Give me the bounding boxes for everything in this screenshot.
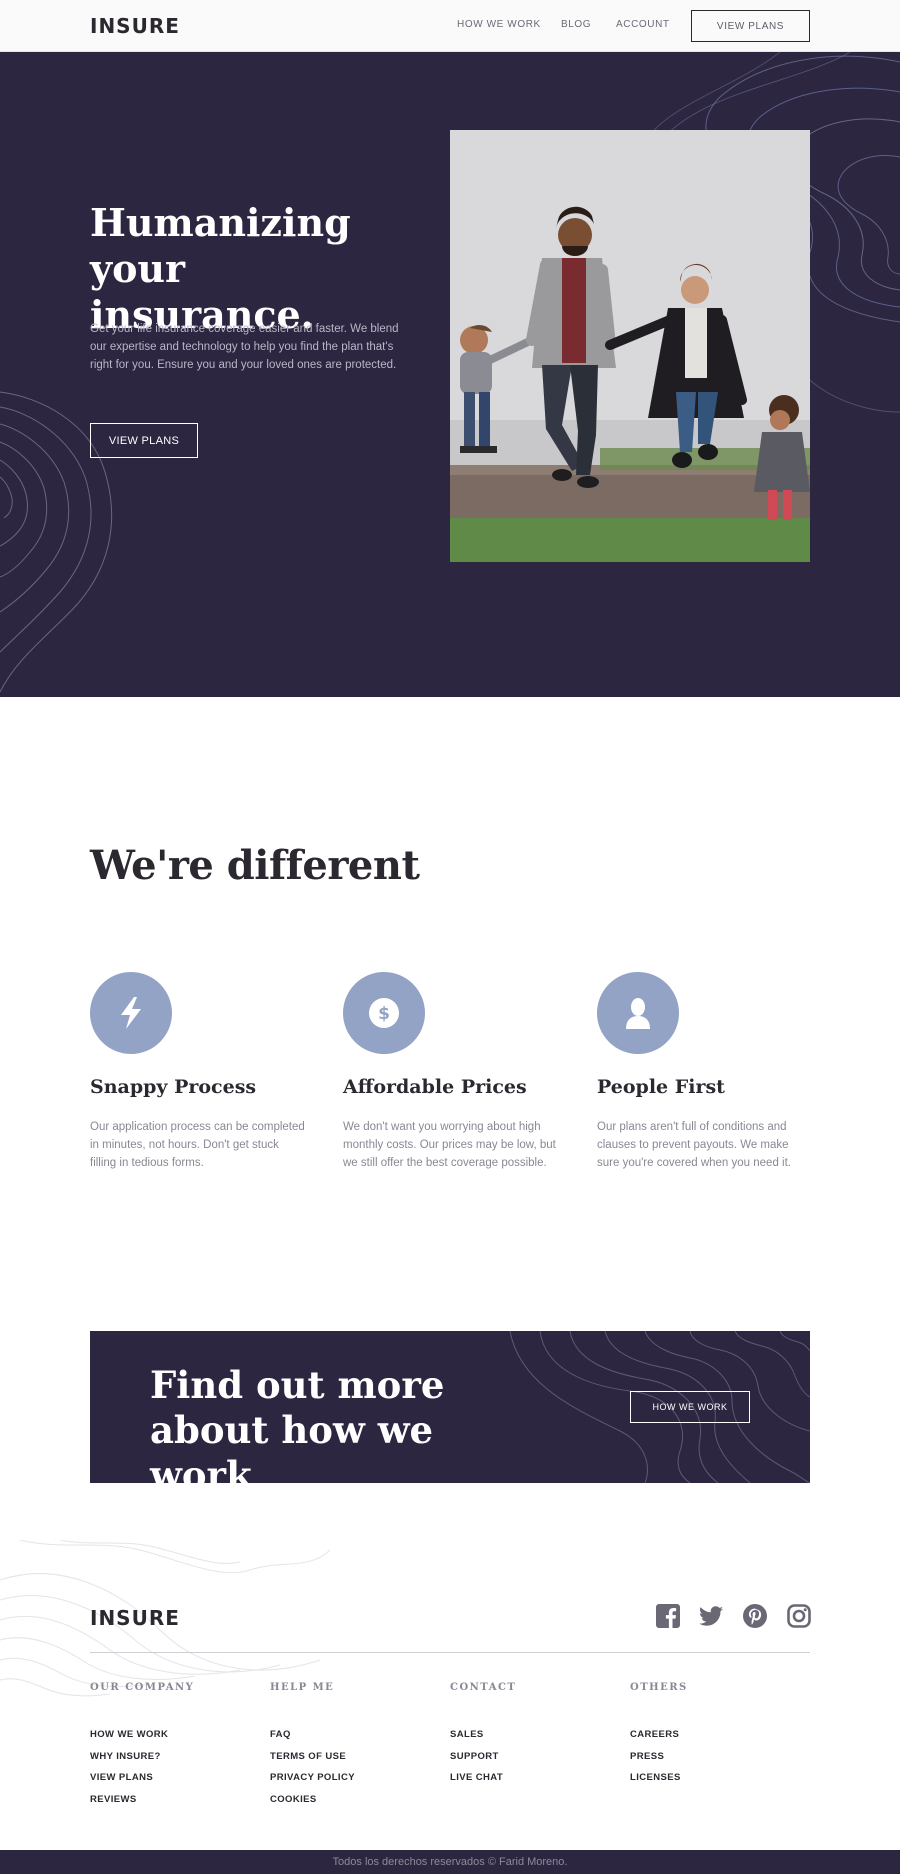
nav-blog[interactable]: BLOG [561, 19, 591, 30]
hero-title: Humanizing your insurance. [90, 200, 420, 338]
footer-link[interactable]: LIVE CHAT [450, 1772, 503, 1783]
feature-title: People First [597, 1076, 725, 1098]
footer-column-heading: OUR COMPANY [90, 1682, 195, 1693]
footer-divider [90, 1652, 810, 1653]
footer-column-our-company: OUR COMPANY HOW WE WORK WHY INSURE? VIEW… [90, 1682, 260, 1810]
dollar-icon: $ [343, 972, 425, 1054]
how-we-work-cta: Find out more about how we work HOW WE W… [90, 1331, 810, 1483]
header-logo[interactable]: INSURE [90, 14, 180, 38]
header-view-plans-button[interactable]: VIEW PLANS [691, 10, 810, 42]
facebook-icon[interactable] [656, 1604, 680, 1628]
feature-affordable-prices: $ Affordable Prices We don't want you wo… [343, 972, 558, 1172]
feature-snappy-process: Snappy Process Our application process c… [90, 972, 305, 1172]
cta-title-line-2: about how we work [150, 1408, 434, 1483]
twitter-icon[interactable] [699, 1604, 723, 1628]
footer-column-help-me: HELP ME FAQ TERMS OF USE PRIVACY POLICY … [270, 1682, 440, 1810]
footer-column-heading: OTHERS [630, 1682, 688, 1693]
feature-description: We don't want you worrying about high mo… [343, 1121, 556, 1169]
nav-how-we-work[interactable]: HOW WE WORK [457, 19, 541, 30]
copyright-bar: Todos los derechos reservados © Farid Mo… [0, 1850, 900, 1874]
nav-account[interactable]: ACCOUNT [616, 19, 670, 30]
footer-column-heading: HELP ME [270, 1682, 335, 1693]
hero-family-photo [450, 130, 810, 562]
footer-link[interactable]: FAQ [270, 1729, 291, 1740]
feature-description: Our plans aren't full of conditions and … [597, 1121, 791, 1169]
hero-section: Humanizing your insurance. Get your life… [0, 52, 900, 697]
footer-column-others: OTHERS CAREERS PRESS LICENSES [630, 1682, 800, 1789]
footer-link[interactable]: LICENSES [630, 1772, 681, 1783]
feature-title: Snappy Process [90, 1076, 257, 1098]
cta-title: Find out more about how we work [150, 1363, 540, 1483]
footer-link[interactable]: PRESS [630, 1751, 664, 1762]
feature-people-first: People First Our plans aren't full of co… [597, 972, 812, 1172]
cta-title-line-1: Find out more [150, 1363, 445, 1407]
footer-link[interactable]: CAREERS [630, 1729, 679, 1740]
site-header: INSURE HOW WE WORK BLOG ACCOUNT VIEW PLA… [0, 0, 900, 52]
footer-column-heading: CONTACT [450, 1682, 517, 1693]
svg-text:$: $ [378, 1004, 390, 1024]
lightning-icon [90, 972, 172, 1054]
footer-link[interactable]: SALES [450, 1729, 484, 1740]
footer-logo[interactable]: INSURE [90, 1606, 180, 1630]
footer-link[interactable]: WHY INSURE? [90, 1751, 161, 1762]
features-title: We're different [90, 842, 420, 889]
footer-link[interactable]: PRIVACY POLICY [270, 1772, 355, 1783]
hero-view-plans-button[interactable]: VIEW PLANS [90, 423, 198, 458]
footer-column-contact: CONTACT SALES SUPPORT LIVE CHAT [450, 1682, 620, 1789]
instagram-icon[interactable] [787, 1604, 811, 1628]
cta-how-we-work-button[interactable]: HOW WE WORK [630, 1391, 750, 1423]
footer-link[interactable]: VIEW PLANS [90, 1772, 153, 1783]
feature-description: Our application process can be completed… [90, 1121, 305, 1169]
hero-description: Get your life insurance coverage easier … [90, 323, 399, 371]
feature-title: Affordable Prices [343, 1076, 527, 1098]
person-icon [597, 972, 679, 1054]
pinterest-icon[interactable] [743, 1604, 767, 1628]
footer-link[interactable]: HOW WE WORK [90, 1729, 168, 1740]
footer-link[interactable]: SUPPORT [450, 1751, 499, 1762]
footer-link[interactable]: TERMS OF USE [270, 1751, 346, 1762]
footer-link[interactable]: COOKIES [270, 1794, 317, 1805]
hero-title-line-1: Humanizing [90, 200, 351, 245]
footer-link[interactable]: REVIEWS [90, 1794, 137, 1805]
